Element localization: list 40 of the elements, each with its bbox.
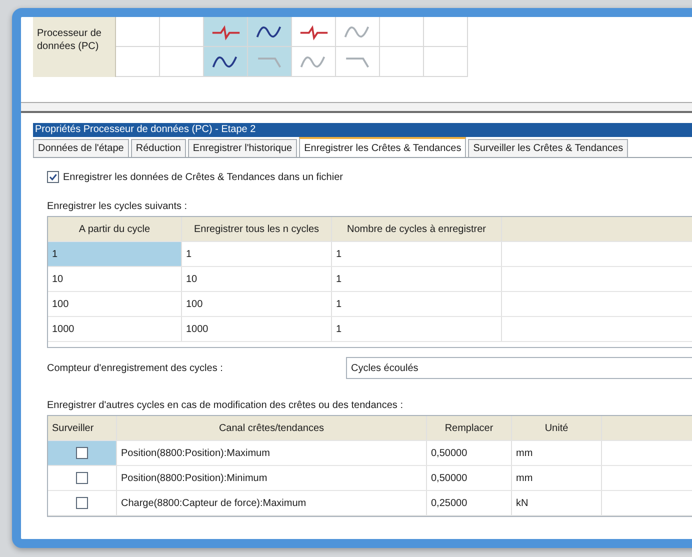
table-cell: 0,50000	[427, 466, 512, 490]
table-cell: Charge(8800:Capteur de force):Maximum	[117, 491, 427, 515]
table-cell[interactable]: 100	[48, 292, 182, 316]
table-cell[interactable]: 10	[48, 267, 182, 291]
table-cell[interactable]: 1000	[48, 317, 182, 341]
tab[interactable]: Enregistrer les Crêtes & Tendances	[299, 137, 466, 157]
table-cell[interactable]: 1	[332, 317, 502, 341]
tab[interactable]: Réduction	[130, 139, 186, 157]
table-cell[interactable]: 1	[182, 242, 332, 266]
table-cell: 0,50000	[427, 441, 512, 465]
table-cell: Position(8800:Position):Minimum	[117, 466, 427, 490]
table-cell: mm	[512, 466, 602, 490]
column-header: Nombre de cycles à enregistrer	[332, 217, 502, 241]
row-label: Processeur de données (PC)	[33, 17, 116, 77]
table-cell: kN	[512, 491, 602, 515]
tab[interactable]: Enregistrer l'historique	[188, 139, 298, 157]
tab[interactable]: Données de l'étape	[33, 139, 129, 157]
table-cell[interactable]: 1	[332, 292, 502, 316]
table-cell: 0,25000	[427, 491, 512, 515]
column-header: Canal crêtes/tendances	[117, 416, 427, 440]
table-cell[interactable]: 1	[332, 267, 502, 291]
column-header: Surveiller	[48, 416, 117, 440]
field-label: Compteur d'enregistrement des cycles :	[47, 362, 224, 374]
column-header: A partir du cycle	[48, 217, 182, 241]
dialog-title: Propriétés Processeur de données (PC) - Etape 2	[33, 123, 692, 137]
table-cell: Position(8800:Position):Maximum	[117, 441, 427, 465]
table-cell: mm	[512, 441, 602, 465]
table-cell[interactable]: 1	[48, 242, 182, 266]
column-header: Unité	[512, 416, 602, 440]
section-label: Enregistrer d'autres cycles en cas de modification des crêtes ou des tendances :	[47, 400, 404, 413]
counter-field[interactable]: Cycles écoulés	[346, 357, 692, 379]
table-cell[interactable]: 10	[182, 267, 332, 291]
tab[interactable]: Surveiller les Crêtes & Tendances	[468, 139, 628, 157]
table-cell[interactable]: 1	[332, 242, 502, 266]
column-header: Remplacer	[427, 416, 512, 440]
section-label: Enregistrer les cycles suivants :	[47, 201, 188, 214]
table-cell[interactable]: 100	[182, 292, 332, 316]
table-cell[interactable]: 1000	[182, 317, 332, 341]
column-header: Enregistrer tous les n cycles	[182, 217, 332, 241]
checkbox-label: Enregistrer les données de Crêtes & Tendances dans un fichier	[63, 172, 343, 182]
